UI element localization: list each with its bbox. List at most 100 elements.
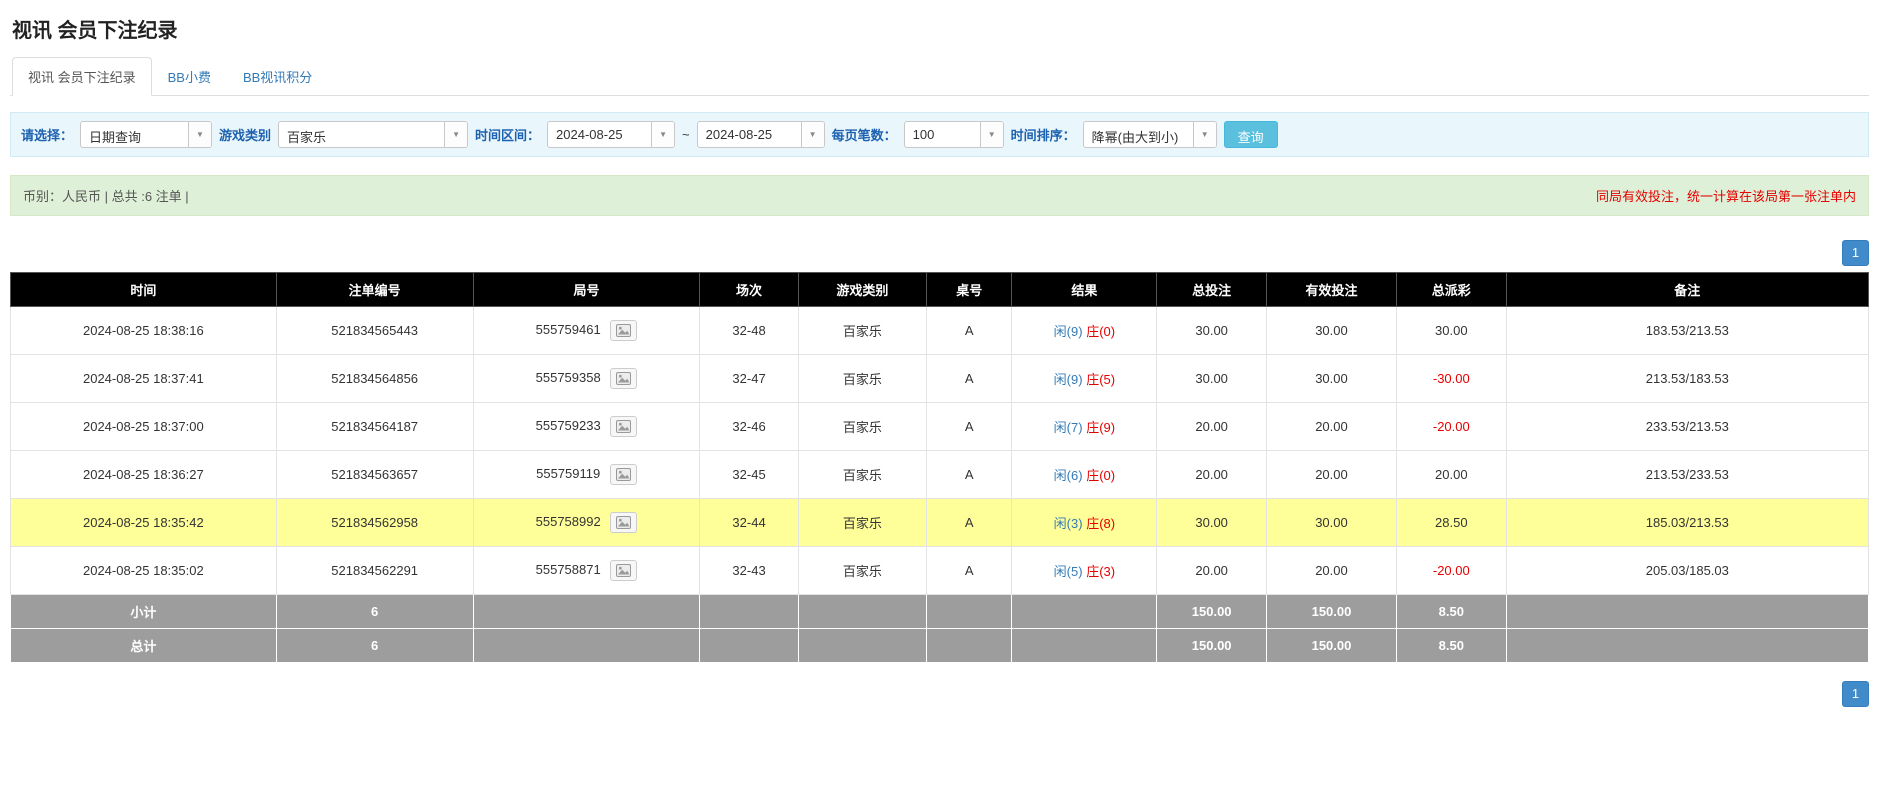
subtotal-total-bet: 150.00 [1157,595,1267,629]
cell-total-bet[interactable]: 20.00 [1157,547,1267,595]
cell-total-bet[interactable]: 30.00 [1157,499,1267,547]
round-id-text: 555758992 [536,514,601,529]
cell-time: 2024-08-25 18:38:16 [11,307,277,355]
cell-round-id: 555759119 [473,451,700,499]
round-id-text: 555759461 [536,322,601,337]
table-row: 2024-08-25 18:37:41 521834564856 5557593… [11,355,1869,403]
empty-cell [1012,595,1157,629]
result-banker: 庄(9) [1086,420,1115,435]
round-replay-button[interactable] [610,560,637,581]
result-player: 闲(6) [1054,468,1083,483]
cell-round-id: 555759461 [473,307,700,355]
col-header-remark: 备注 [1506,273,1868,307]
cell-table-no: A [926,451,1011,499]
cell-table-no: A [926,307,1011,355]
round-replay-button[interactable] [610,416,637,437]
page-size-label: 每页笔数： [832,125,897,144]
cell-total-bet[interactable]: 20.00 [1157,451,1267,499]
date-from-value: 2024-08-25 [548,122,651,147]
cell-bet-id: 521834562291 [276,547,473,595]
video-replay-icon [616,324,631,337]
table-row: 2024-08-25 18:37:00 521834564187 5557592… [11,403,1869,451]
result-banker: 庄(0) [1086,468,1115,483]
round-replay-button[interactable] [610,320,637,341]
cell-game-type: 百家乐 [798,307,926,355]
game-type-select[interactable]: 百家乐 ▼ [278,121,468,148]
page-size-select[interactable]: 100 ▼ [904,121,1004,148]
round-id-text: 555758871 [536,562,601,577]
cell-round-id: 555758992 [473,499,700,547]
empty-cell [1506,595,1868,629]
col-header-total-bet: 总投注 [1157,273,1267,307]
table-row: 2024-08-25 18:38:16 521834565443 5557594… [11,307,1869,355]
betting-records-table: 时间 注单编号 局号 场次 游戏类别 桌号 结果 总投注 有效投注 总派彩 备注… [10,272,1869,663]
tab-betting-records[interactable]: 视讯 会员下注纪录 [12,57,152,96]
table-row: 2024-08-25 18:36:27 521834563657 5557591… [11,451,1869,499]
chevron-down-icon: ▼ [980,122,1003,147]
total-payout: 8.50 [1397,629,1507,663]
cell-game-type: 百家乐 [798,547,926,595]
cell-session: 32-48 [700,307,798,355]
cell-session: 32-43 [700,547,798,595]
date-range-separator: ~ [682,127,690,142]
cell-payout: -30.00 [1397,355,1507,403]
page: 视讯 会员下注纪录 视讯 会员下注纪录 BB小费 BB视讯积分 请选择： 日期查… [0,0,1883,737]
page-number-button[interactable]: 1 [1842,240,1869,266]
page-number-button[interactable]: 1 [1842,681,1869,707]
subtotal-label: 小计 [11,595,277,629]
cell-session: 32-44 [700,499,798,547]
date-to-select[interactable]: 2024-08-25 ▼ [697,121,825,148]
cell-remark: 205.03/185.03 [1506,547,1868,595]
cell-remark: 185.03/213.53 [1506,499,1868,547]
cell-round-id: 555759358 [473,355,700,403]
search-button[interactable]: 查询 [1224,121,1278,148]
query-type-select[interactable]: 日期查询 ▼ [80,121,212,148]
filter-bar: 请选择： 日期查询 ▼ 游戏类别 百家乐 ▼ 时间区间： 2024-08-25 … [10,112,1869,157]
cell-total-bet[interactable]: 30.00 [1157,355,1267,403]
chevron-down-icon: ▼ [188,122,211,147]
date-from-select[interactable]: 2024-08-25 ▼ [547,121,675,148]
empty-cell [926,595,1011,629]
empty-cell [473,629,700,663]
empty-cell [798,629,926,663]
cell-table-no: A [926,355,1011,403]
cell-time: 2024-08-25 18:35:42 [11,499,277,547]
tab-bar: 视讯 会员下注纪录 BB小费 BB视讯积分 [10,57,1869,96]
tab-bb-video-points[interactable]: BB视讯积分 [227,57,328,96]
round-replay-button[interactable] [610,368,637,389]
sort-order-value: 降幂(由大到小) [1084,122,1193,147]
cell-result: 闲(5) 庄(3) [1012,547,1157,595]
table-body: 2024-08-25 18:38:16 521834565443 5557594… [11,307,1869,595]
query-type-value: 日期查询 [81,122,188,147]
page-size-value: 100 [905,122,980,147]
cell-valid-bet: 30.00 [1266,499,1396,547]
video-replay-icon [616,564,631,577]
col-header-round-id: 局号 [473,273,700,307]
col-header-session: 场次 [700,273,798,307]
col-header-time: 时间 [11,273,277,307]
cell-result: 闲(9) 庄(5) [1012,355,1157,403]
cell-valid-bet: 20.00 [1266,403,1396,451]
sort-order-select[interactable]: 降幂(由大到小) ▼ [1083,121,1217,148]
cell-total-bet[interactable]: 20.00 [1157,403,1267,451]
round-replay-button[interactable] [610,464,637,485]
cell-time: 2024-08-25 18:36:27 [11,451,277,499]
cell-payout: -20.00 [1397,547,1507,595]
round-id-text: 555759358 [536,370,601,385]
cell-game-type: 百家乐 [798,355,926,403]
cell-table-no: A [926,499,1011,547]
table-footer: 小计 6 150.00 150.00 8.50 总计 6 15 [11,595,1869,663]
subtotal-count: 6 [276,595,473,629]
cell-bet-id: 521834562958 [276,499,473,547]
result-player: 闲(9) [1054,372,1083,387]
subtotal-row: 小计 6 150.00 150.00 8.50 [11,595,1869,629]
cell-session: 32-47 [700,355,798,403]
subtotal-valid-bet: 150.00 [1266,595,1396,629]
tab-bb-tips[interactable]: BB小费 [152,57,227,96]
currency-total-text: 币别：人民币 | 总共 :6 注单 | [23,186,189,205]
round-replay-button[interactable] [610,512,637,533]
chevron-down-icon: ▼ [801,122,824,147]
cell-game-type: 百家乐 [798,451,926,499]
cell-total-bet[interactable]: 30.00 [1157,307,1267,355]
result-player: 闲(7) [1054,420,1083,435]
